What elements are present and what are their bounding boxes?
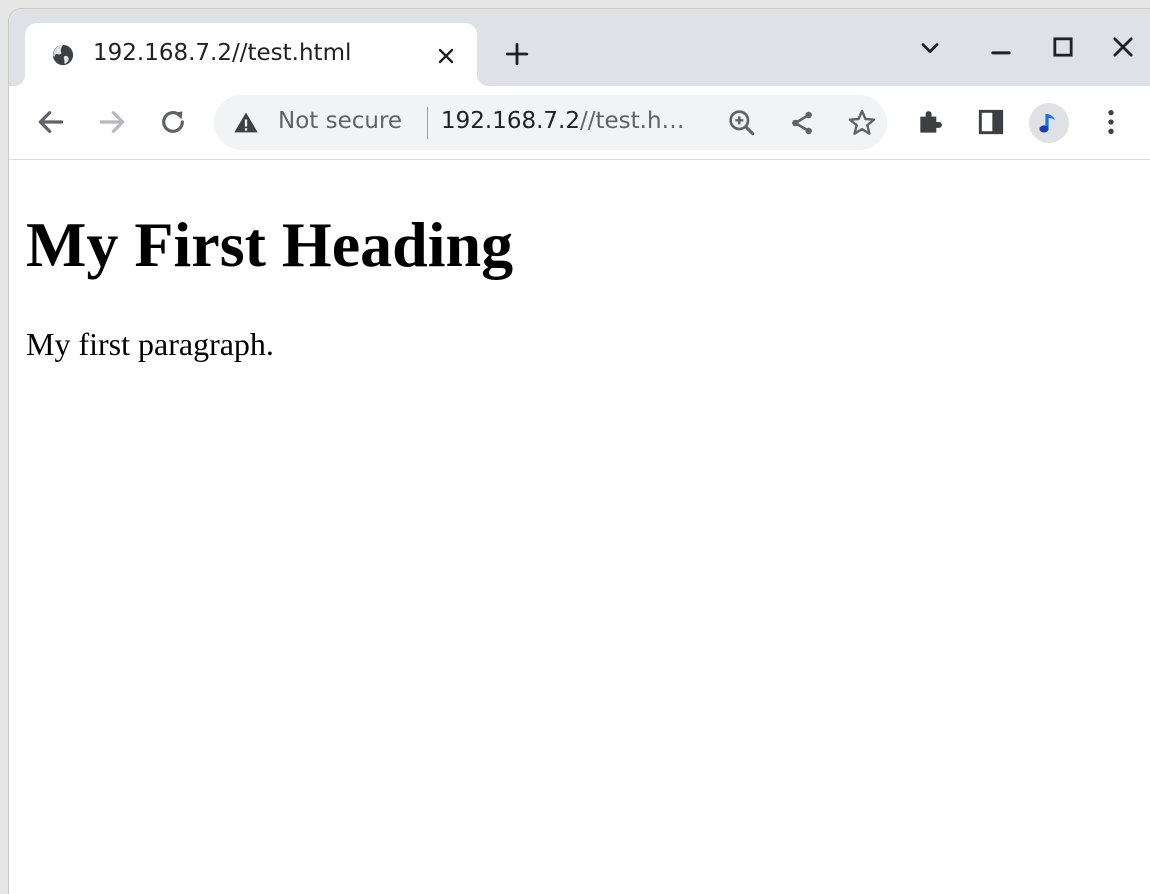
url-text[interactable]: 192.168.7.2//test.h… — [441, 108, 697, 134]
url-path: //test.h… — [580, 108, 685, 134]
tab-search-chevron-icon[interactable] — [916, 33, 944, 61]
extensions-puzzle-icon[interactable] — [915, 106, 947, 138]
profile-avatar[interactable] — [1029, 103, 1069, 143]
navigation-toolbar: Not secure 192.168.7.2//test.h… — [9, 86, 1150, 160]
close-window-icon[interactable] — [1109, 33, 1137, 61]
active-tab[interactable]: 192.168.7.2//test.html — [13, 23, 489, 86]
tab-title: 192.168.7.2//test.html — [93, 40, 352, 66]
security-status-label[interactable]: Not secure — [278, 108, 402, 134]
omnibox-separator — [427, 107, 428, 139]
close-tab-icon[interactable] — [434, 44, 458, 68]
music-note-icon — [1039, 114, 1055, 133]
new-tab-button[interactable] — [504, 41, 530, 67]
page-paragraph: My first paragraph. — [26, 326, 274, 362]
maximize-icon[interactable] — [1049, 33, 1077, 61]
minimize-icon[interactable] — [987, 33, 1015, 61]
reload-icon[interactable] — [157, 106, 189, 138]
address-bar[interactable]: Not secure 192.168.7.2//test.h… — [214, 95, 887, 150]
tab-strip: 192.168.7.2//test.html — [9, 9, 1150, 86]
back-arrow-icon[interactable] — [35, 106, 67, 138]
side-panel-icon[interactable] — [975, 106, 1007, 138]
warning-triangle-icon[interactable] — [232, 109, 260, 137]
zoom-icon[interactable] — [726, 107, 758, 139]
page-heading: My First Heading — [26, 209, 514, 280]
page-content: My First Heading My first paragraph. — [9, 160, 1150, 894]
globe-icon — [52, 44, 74, 66]
forward-arrow-icon[interactable] — [96, 106, 128, 138]
bookmark-star-icon[interactable] — [846, 107, 878, 139]
more-menu-icon[interactable] — [1095, 106, 1127, 138]
browser-window: 192.168.7.2//test.html Not secure 192.16… — [9, 9, 1150, 894]
share-icon[interactable] — [786, 107, 818, 139]
url-host: 192.168.7.2 — [441, 108, 580, 134]
